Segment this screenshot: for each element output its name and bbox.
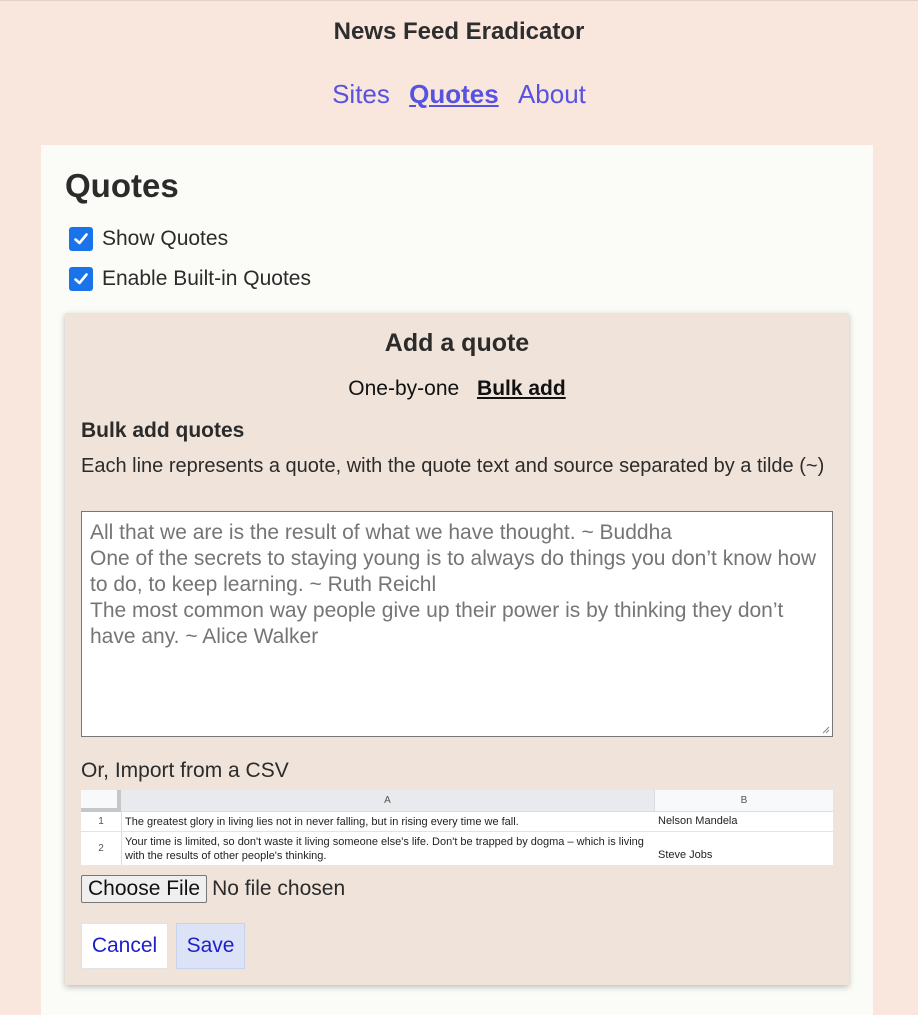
show-quotes-option[interactable]: Show Quotes bbox=[69, 227, 228, 251]
csv-file-input: Choose File No file chosen bbox=[81, 875, 345, 903]
add-mode-tabs: One-by-one Bulk add bbox=[65, 377, 849, 401]
row-divider bbox=[81, 831, 833, 832]
resize-handle-icon[interactable] bbox=[820, 724, 830, 734]
csv-cell-source: Steve Jobs bbox=[658, 849, 713, 861]
tab-bulk-add[interactable]: Bulk add bbox=[477, 377, 566, 400]
csv-cell-quote: Your time is limited, so don't waste it … bbox=[125, 836, 644, 862]
placeholder-line: The most common way people give up their… bbox=[90, 599, 784, 648]
row-number: 1 bbox=[81, 812, 122, 831]
show-quotes-checkbox[interactable] bbox=[69, 227, 93, 251]
show-quotes-label: Show Quotes bbox=[102, 227, 229, 250]
placeholder-line: One of the secrets to staying young is t… bbox=[90, 547, 817, 596]
builtin-quotes-label: Enable Built-in Quotes bbox=[102, 267, 311, 290]
tab-one-by-one[interactable]: One-by-one bbox=[348, 377, 459, 400]
placeholder-line: All that we are is the result of what we… bbox=[90, 521, 672, 544]
row-number: 2 bbox=[81, 832, 122, 865]
column-header-a: A bbox=[121, 790, 655, 812]
nav-sites[interactable]: Sites bbox=[332, 79, 390, 109]
main-nav: Sites Quotes About bbox=[0, 79, 918, 110]
file-status: No file chosen bbox=[212, 877, 346, 900]
csv-example-image: A B 1 The greatest glory in living lies … bbox=[81, 790, 833, 865]
quotes-card: Quotes Show Quotes Enable Built-in Quote… bbox=[41, 145, 873, 1015]
app-title: News Feed Eradicator bbox=[333, 18, 585, 45]
page-title: Quotes bbox=[65, 167, 179, 204]
sheet-corner bbox=[81, 790, 121, 812]
bulk-quotes-textarea[interactable]: All that we are is the result of what we… bbox=[81, 511, 833, 737]
add-quote-title: Add a quote bbox=[384, 329, 530, 357]
nav-quotes[interactable]: Quotes bbox=[409, 79, 499, 109]
checkmark-icon bbox=[74, 233, 88, 245]
bulk-add-description: Each line represents a quote, with the q… bbox=[81, 455, 825, 477]
csv-cell-quote: The greatest glory in living lies not in… bbox=[125, 816, 519, 828]
cancel-button[interactable]: Cancel bbox=[81, 923, 168, 969]
column-header-b: B bbox=[655, 790, 833, 812]
csv-import-label: Or, Import from a CSV bbox=[81, 759, 289, 782]
choose-file-button[interactable]: Choose File bbox=[81, 875, 208, 903]
builtin-quotes-option[interactable]: Enable Built-in Quotes bbox=[69, 267, 311, 291]
bulk-add-heading: Bulk add quotes bbox=[81, 419, 245, 442]
nav-about[interactable]: About bbox=[518, 79, 586, 109]
save-button[interactable]: Save bbox=[176, 923, 245, 969]
checkmark-icon bbox=[74, 273, 88, 285]
add-quote-panel: Add a quote One-by-one Bulk add Bulk add… bbox=[65, 313, 849, 985]
builtin-quotes-checkbox[interactable] bbox=[69, 267, 93, 291]
csv-cell-source: Nelson Mandela bbox=[658, 815, 738, 827]
